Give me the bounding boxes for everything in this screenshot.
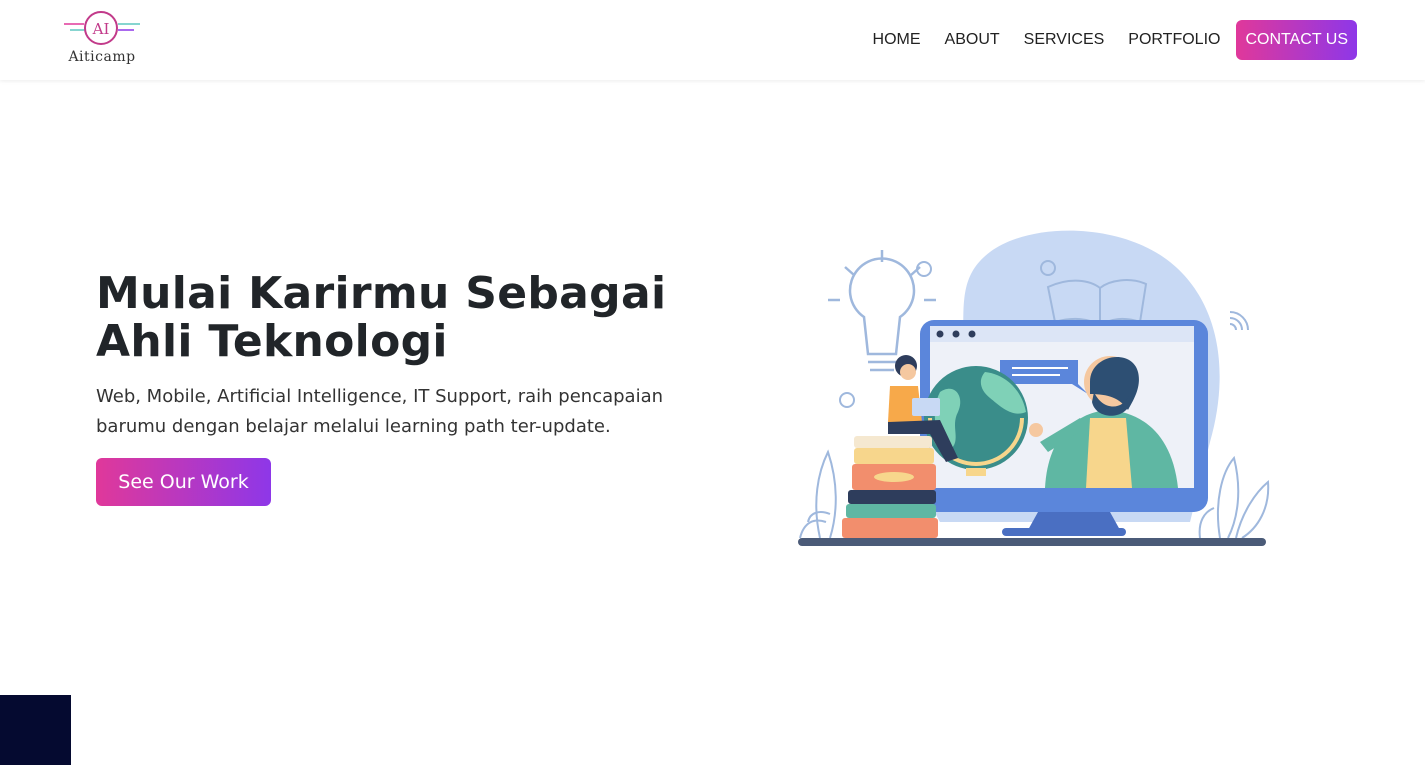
contact-us-button[interactable]: CONTACT US xyxy=(1236,20,1357,60)
hero-title: Mulai Karirmu Sebagai Ahli Teknologi xyxy=(96,270,696,366)
hero-title-line2: Ahli Teknologi xyxy=(96,316,448,367)
hero-subtitle: Web, Mobile, Artificial Intelligence, IT… xyxy=(96,386,664,437)
books-stack xyxy=(842,436,938,538)
logo-mark-text: AI xyxy=(92,20,110,38)
decor-circle xyxy=(839,392,855,408)
navbar: AI Aiticamp HOME ABOUT SERVICES PORTFOLI… xyxy=(0,0,1425,80)
wifi-icon xyxy=(1229,311,1249,331)
see-our-work-button[interactable]: See Our Work xyxy=(96,458,271,506)
nav-portfolio[interactable]: PORTFOLIO xyxy=(1128,31,1220,49)
nav-home[interactable]: HOME xyxy=(873,31,921,49)
back-to-top-box[interactable] xyxy=(0,695,71,765)
nav-menu: HOME ABOUT SERVICES PORTFOLIO CONTACT US xyxy=(849,20,1357,60)
nav-about[interactable]: ABOUT xyxy=(945,31,1000,49)
plant-right-icon xyxy=(1198,455,1270,539)
brand-logo[interactable]: AI Aiticamp xyxy=(62,8,144,70)
lightbulb-icon xyxy=(828,250,936,372)
ground-line xyxy=(798,538,1266,546)
ai-logo-icon: AI xyxy=(64,11,140,45)
monitor-stand xyxy=(1028,512,1120,530)
hero-title-line1: Mulai Karirmu Sebagai xyxy=(96,268,667,319)
online-learning-illustration xyxy=(790,222,1280,554)
brand-name: Aiticamp xyxy=(68,49,136,65)
nav-services[interactable]: SERVICES xyxy=(1024,31,1105,49)
plant-left-icon xyxy=(799,449,837,539)
